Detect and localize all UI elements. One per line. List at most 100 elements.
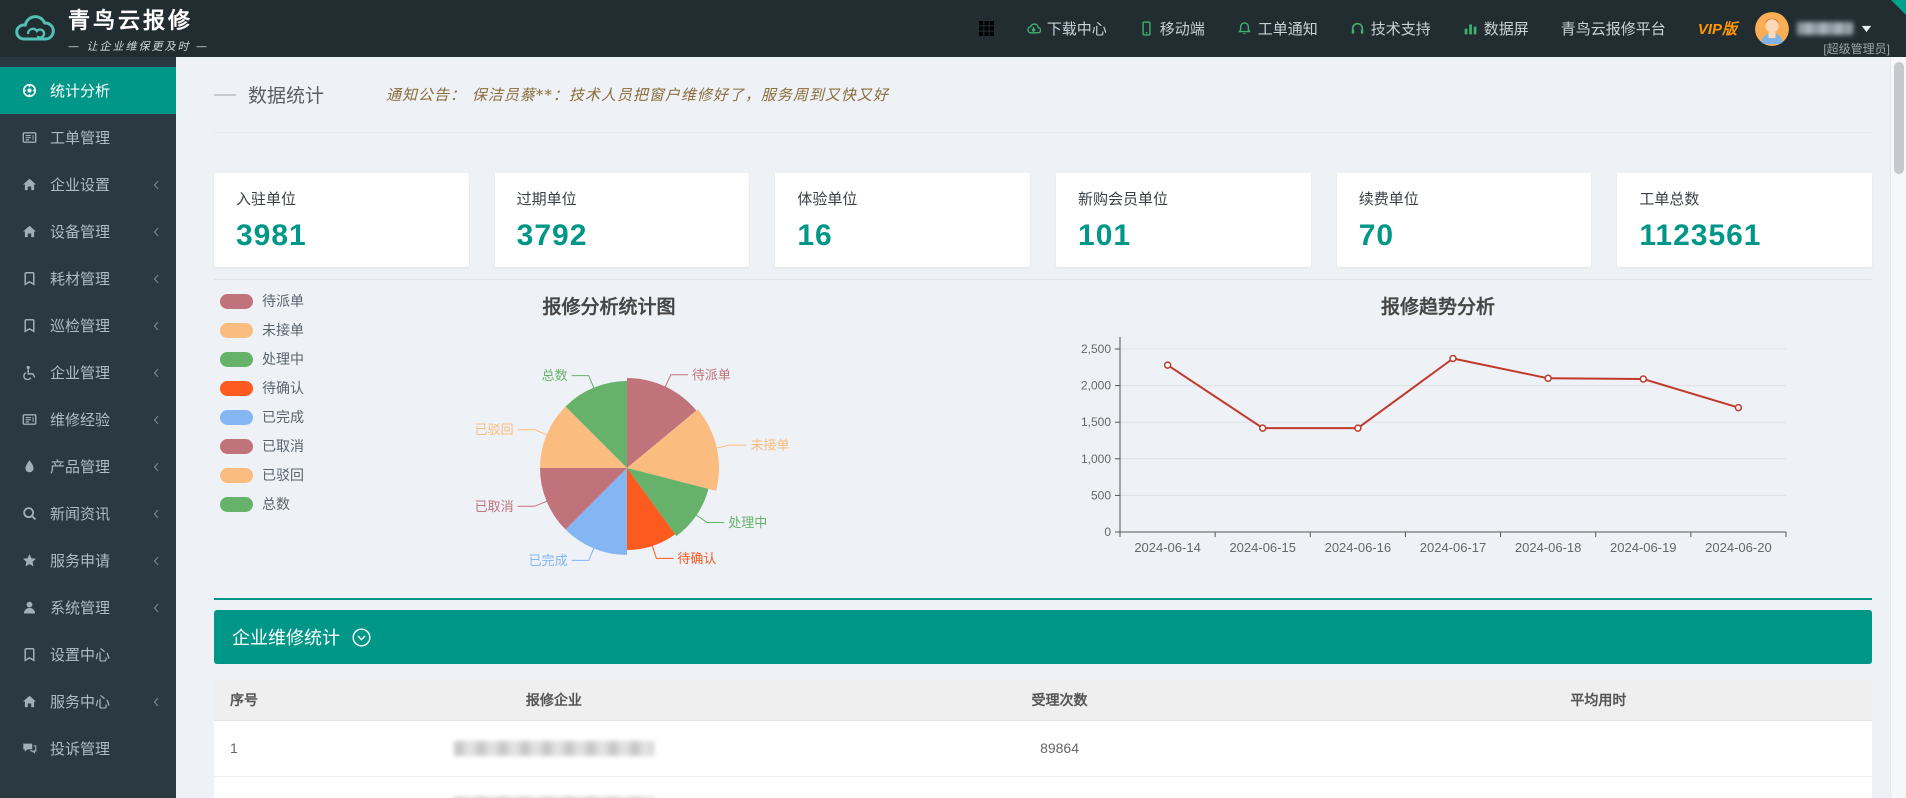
data-point-0[interactable] (1165, 362, 1171, 368)
sidebar-item-consumables[interactable]: 耗材管理 (0, 255, 176, 302)
cell-no: 2 (214, 776, 313, 798)
sidebar-item-workorders[interactable]: 工单管理 (0, 114, 176, 161)
chevron-left-icon (152, 274, 162, 284)
avatar[interactable] (1755, 12, 1789, 46)
stat-card-value: 1123561 (1639, 219, 1850, 253)
sidebar-item-devices[interactable]: 设备管理 (0, 208, 176, 255)
notice-bar: 通知公告： 保洁员蔡**：技术人员把窗户维修好了，服务周到又快又好 (386, 84, 889, 105)
line-chart[interactable]: 2,5002,0001,5001,00050002024-06-142024-0… (1004, 320, 1870, 590)
nav-workorder-notice[interactable]: 工单通知 (1237, 18, 1318, 39)
nav-mobile[interactable]: 移动端 (1139, 18, 1205, 39)
stat-card-1: 过期单位 3792 (495, 173, 750, 267)
data-point-1[interactable] (1260, 425, 1266, 431)
wheelchair-icon (22, 365, 37, 380)
stat-card-label: 过期单位 (517, 188, 728, 209)
nav-platform[interactable]: 青鸟云报修平台 (1561, 18, 1666, 39)
search-icon (22, 506, 37, 521)
nav-tech-support[interactable]: 技术支持 (1350, 18, 1431, 39)
sidebar-item-label: 新闻资讯 (50, 503, 110, 524)
sidebar-item-news[interactable]: 新闻资讯 (0, 490, 176, 537)
data-point-6[interactable] (1735, 405, 1741, 411)
caret-down-icon[interactable] (1861, 25, 1872, 33)
stat-card-5: 工单总数 1123561 (1617, 173, 1872, 267)
sidebar-item-label: 统计分析 (50, 80, 110, 101)
table-row: 2 50536 (214, 776, 1872, 798)
nav-apps[interactable] (979, 21, 994, 36)
sidebar-item-label: 设备管理 (50, 221, 110, 242)
cell-avg-time (1325, 776, 1872, 798)
sidebar-item-label: 巡检管理 (50, 315, 110, 336)
nav-platform-label: 青鸟云报修平台 (1561, 18, 1666, 39)
headset-icon (1350, 21, 1365, 36)
user-role-label: [超级管理员] (1823, 40, 1890, 57)
table-header-cell: 序号 (214, 680, 313, 720)
company-masked (454, 741, 654, 756)
data-point-3[interactable] (1450, 356, 1456, 362)
y-tick-label: 1,000 (1081, 452, 1111, 466)
chevron-left-icon (152, 227, 162, 237)
pie-label: 已驳回 (475, 422, 514, 437)
home-icon (22, 224, 37, 239)
data-point-2[interactable] (1355, 425, 1361, 431)
sidebar-item-products[interactable]: 产品管理 (0, 443, 176, 490)
pie-label: 未接单 (751, 438, 790, 453)
list-icon (22, 130, 37, 145)
data-point-4[interactable] (1545, 375, 1551, 381)
sidebar: 统计分析工单管理企业设置设备管理耗材管理巡检管理企业管理维修经验产品管理新闻资讯… (0, 57, 176, 798)
page-title: 数据统计 (248, 81, 324, 108)
sidebar-item-stats[interactable]: 统计分析 (0, 67, 176, 114)
x-tick-label: 2024-06-16 (1325, 540, 1392, 555)
pie-label: 待确认 (677, 551, 716, 566)
sidebar-item-complaints[interactable]: 投诉管理 (0, 725, 176, 772)
sidebar-item-label: 服务申请 (50, 550, 110, 571)
username-masked (1797, 22, 1853, 35)
pie-label: 处理中 (728, 515, 767, 530)
drop-icon (22, 459, 37, 474)
sidebar-item-service-center[interactable]: 服务中心 (0, 678, 176, 725)
x-tick-label: 2024-06-14 (1134, 540, 1201, 555)
pie-label: 待派单 (692, 367, 731, 382)
y-tick-label: 1,500 (1081, 415, 1111, 429)
user-icon (22, 600, 37, 615)
teal-divider (214, 598, 1872, 600)
sidebar-item-inspection[interactable]: 巡检管理 (0, 302, 176, 349)
sidebar-item-repair-experience[interactable]: 维修经验 (0, 396, 176, 443)
table-header-cell: 受理次数 (794, 680, 1325, 720)
chevron-down-circle-icon[interactable] (352, 628, 371, 647)
chevron-left-icon (152, 321, 162, 331)
sidebar-item-company-settings[interactable]: 企业设置 (0, 161, 176, 208)
sidebar-item-settings-center[interactable]: 设置中心 (0, 631, 176, 678)
stat-cards-row: 入驻单位 3981过期单位 3792体验单位 16新购会员单位 101续费单位 … (214, 173, 1872, 267)
grid-icon (979, 21, 994, 36)
sidebar-item-system[interactable]: 系统管理 (0, 584, 176, 631)
repair-stats-title: 企业维修统计 (232, 624, 340, 650)
chevron-left-icon (152, 697, 162, 707)
repair-stats-banner: 企业维修统计 (214, 610, 1872, 664)
sidebar-item-label: 维修经验 (50, 409, 110, 430)
vertical-scrollbar[interactable] (1890, 57, 1906, 798)
nav-data-screen[interactable]: 数据屏 (1463, 18, 1529, 39)
pie-chart[interactable]: 待派单未接单处理中待确认已完成已取消已驳回总数 (214, 280, 1004, 598)
cell-company (313, 720, 794, 776)
top-header: 青鸟云报修 — 让企业维保更及时 — 下载中心移动端工单通知技术支持数据屏青鸟云… (0, 0, 1906, 57)
dashboard-icon (22, 83, 37, 98)
stat-card-value: 3792 (517, 219, 728, 253)
stat-card-label: 续费单位 (1359, 188, 1570, 209)
page-header-row: 数据统计 通知公告： 保洁员蔡**：技术人员把窗户维修好了，服务周到又快又好 (214, 57, 1872, 133)
sidebar-item-service-apply[interactable]: 服务申请 (0, 537, 176, 584)
cell-count: 89864 (794, 720, 1325, 776)
scrollbar-thumb[interactable] (1894, 62, 1904, 174)
repair-stats-table: 序号报修企业受理次数平均用时 1 89864 2 50536 (214, 680, 1872, 798)
main-content: 数据统计 通知公告： 保洁员蔡**：技术人员把窗户维修好了，服务周到又快又好 入… (176, 57, 1890, 798)
table-header-cell: 平均用时 (1325, 680, 1872, 720)
table-header: 序号报修企业受理次数平均用时 (214, 680, 1872, 720)
nav-download-center[interactable]: 下载中心 (1026, 18, 1107, 39)
nav-vip[interactable]: VIP版 (1698, 18, 1737, 39)
stat-card-label: 新购会员单位 (1078, 188, 1289, 209)
sidebar-item-enterprise[interactable]: 企业管理 (0, 349, 176, 396)
cell-company (313, 776, 794, 798)
chevron-left-icon (152, 180, 162, 190)
cell-count: 50536 (794, 776, 1325, 798)
chevron-left-icon (152, 462, 162, 472)
data-point-5[interactable] (1640, 376, 1646, 382)
